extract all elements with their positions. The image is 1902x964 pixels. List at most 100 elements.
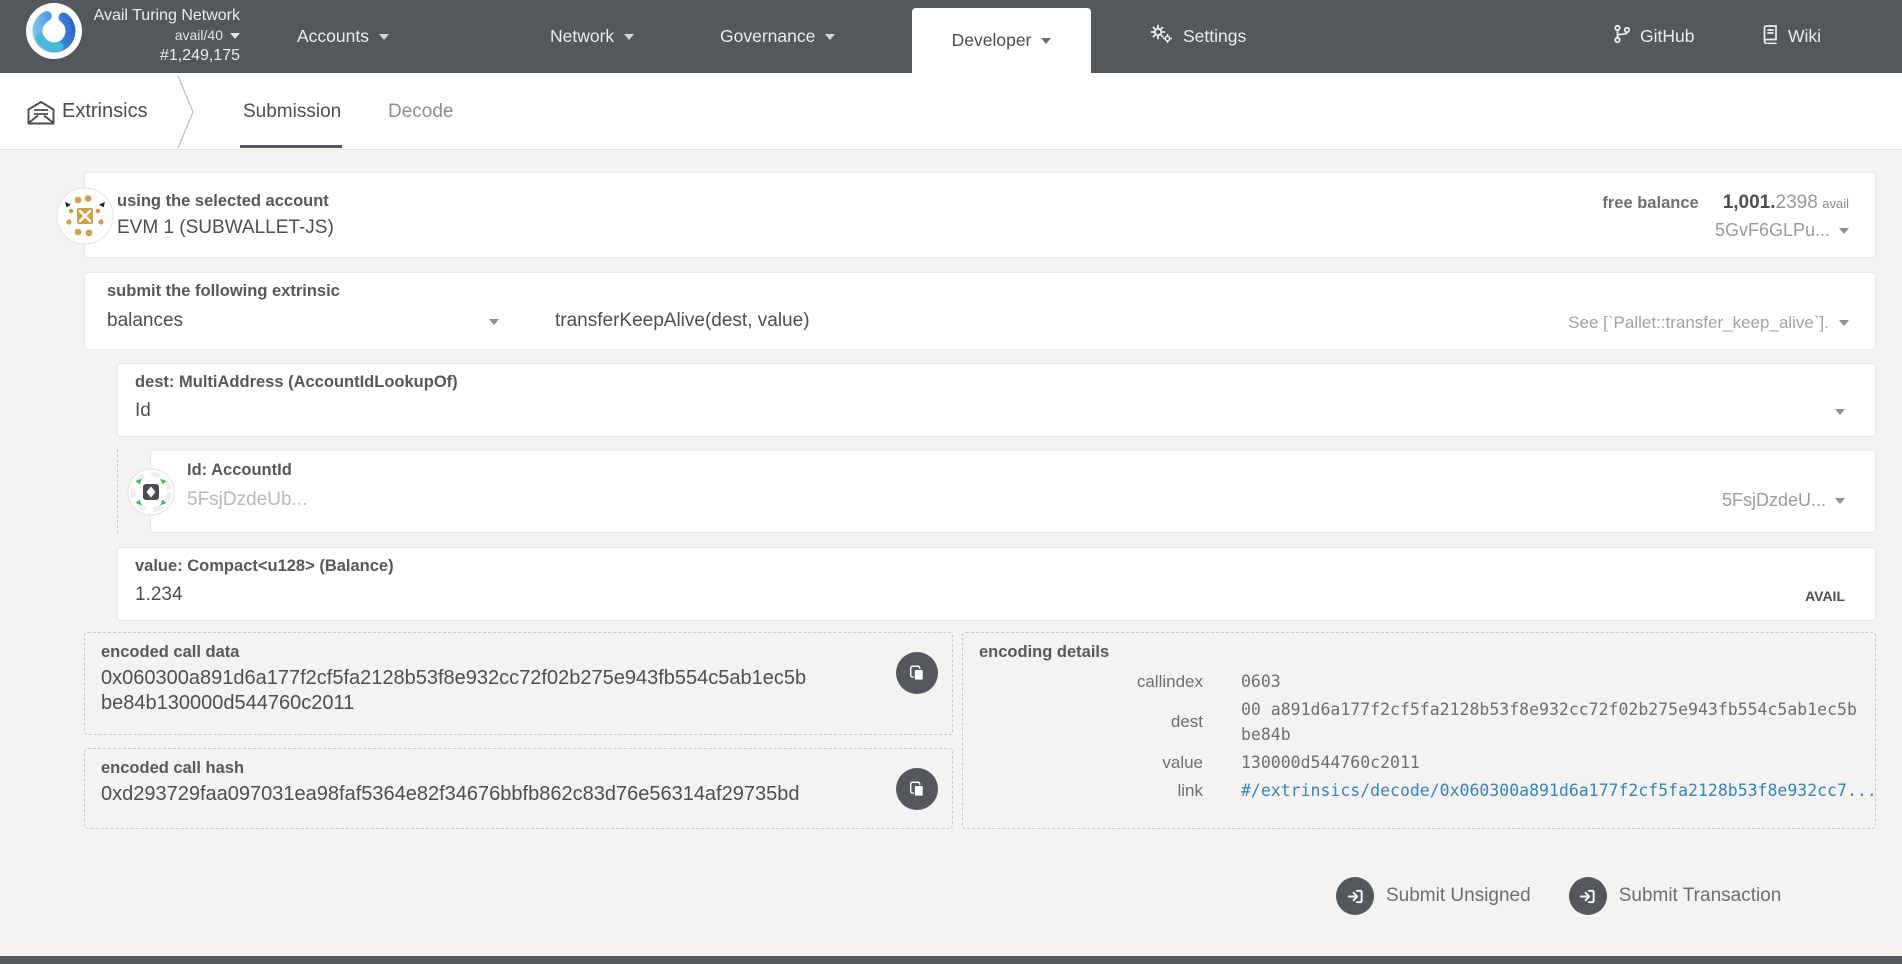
code-branch-icon bbox=[1613, 24, 1631, 49]
active-tab-underline bbox=[240, 145, 342, 148]
menu-governance-label: Governance bbox=[720, 26, 815, 47]
encoding-key: value bbox=[979, 753, 1203, 773]
github-link[interactable]: GitHub bbox=[1613, 0, 1694, 73]
param-value-card: value: Compact<u128> (Balance) 1.234 AVA… bbox=[117, 547, 1876, 621]
extrinsics-icon bbox=[26, 100, 56, 131]
chevron-down-icon bbox=[1041, 38, 1051, 44]
tab-submission[interactable]: Submission bbox=[243, 73, 341, 150]
menu-settings-label: Settings bbox=[1183, 26, 1246, 47]
encoding-row-link: link #/extrinsics/decode/0x060300a891d6a… bbox=[979, 778, 1859, 803]
encoding-value: 130000d544760c2011 bbox=[1241, 750, 1420, 775]
gears-icon bbox=[1149, 24, 1173, 49]
chevron-down-icon bbox=[379, 34, 389, 40]
method-doc-dropdown[interactable]: See [`Pallet::transfer_keep_alive`]. bbox=[1568, 313, 1849, 333]
account-address-short: 5GvF6GLPu... bbox=[1715, 220, 1830, 241]
param-value-input[interactable]: 1.234 bbox=[135, 584, 183, 606]
menu-settings[interactable]: Settings bbox=[1149, 0, 1246, 73]
menu-network-label: Network bbox=[550, 26, 614, 47]
top-navigation-bar: Avail Turing Network avail/40 #1,249,175… bbox=[0, 0, 1902, 73]
menu-developer[interactable]: Developer bbox=[912, 8, 1091, 73]
account-identicon[interactable] bbox=[56, 187, 114, 250]
encoded-call-data-value: 0x060300a891d6a177f2cf5fa2128b53f8e932cc… bbox=[101, 666, 936, 716]
param-dest-value: Id bbox=[135, 400, 151, 422]
encoding-details-box: encoding details callindex 0603 dest 00 … bbox=[962, 632, 1876, 829]
sign-in-icon bbox=[1336, 877, 1374, 915]
copy-call-data-button[interactable] bbox=[896, 652, 938, 694]
menu-accounts[interactable]: Accounts bbox=[297, 0, 389, 73]
encoding-row-dest: dest 00 a891d6a177f2cf5fa2128b53f8e932cc… bbox=[979, 697, 1859, 747]
account-select-card[interactable]: using the selected account EVM 1 (SUBWAL… bbox=[84, 172, 1876, 258]
copy-icon bbox=[908, 780, 926, 798]
copy-call-hash-button[interactable] bbox=[896, 768, 938, 810]
chevron-down-icon[interactable] bbox=[489, 319, 499, 325]
main-content: using the selected account EVM 1 (SUBWAL… bbox=[0, 150, 1902, 956]
selected-account-name: EVM 1 (SUBWALLET-JS) bbox=[117, 217, 334, 239]
chevron-down-icon bbox=[230, 33, 240, 39]
encoding-value: 0603 bbox=[1241, 669, 1281, 694]
encoding-row-value: value 130000d544760c2011 bbox=[979, 750, 1859, 775]
param-id-address-short: 5FsjDzdeU... bbox=[1722, 490, 1826, 511]
encoded-call-data-label: encoded call data bbox=[101, 643, 936, 662]
encoding-row-callindex: callindex 0603 bbox=[979, 669, 1859, 694]
param-value-label: value: Compact<u128> (Balance) bbox=[135, 557, 394, 576]
network-info-block[interactable]: Avail Turing Network avail/40 #1,249,175 bbox=[94, 6, 240, 65]
block-number: #1,249,175 bbox=[160, 46, 240, 65]
chevron-down-icon bbox=[825, 34, 835, 40]
encoded-call-hash-box: encoded call hash 0xd293729faa097031ea98… bbox=[84, 748, 953, 829]
balance-unit: avail bbox=[1822, 196, 1849, 211]
param-id-label: Id: AccountId bbox=[187, 461, 292, 480]
menu-accounts-label: Accounts bbox=[297, 26, 369, 47]
menu-governance[interactable]: Governance bbox=[720, 0, 835, 73]
submit-actions: Submit Unsigned Submit Transaction bbox=[1336, 877, 1781, 915]
param-id-card[interactable]: Id: AccountId 5FsjDzdeUb... 5FsjDzdeU... bbox=[150, 449, 1876, 533]
submit-transaction-button[interactable]: Submit Transaction bbox=[1569, 877, 1782, 915]
breadcrumb-separator bbox=[177, 75, 195, 154]
chevron-down-icon bbox=[624, 34, 634, 40]
tab-decode[interactable]: Decode bbox=[388, 73, 454, 150]
chevron-down-icon bbox=[1839, 228, 1849, 234]
method-doc-text: See [`Pallet::transfer_keep_alive`]. bbox=[1568, 313, 1829, 333]
section-header: Extrinsics Submission Decode bbox=[0, 73, 1902, 150]
account-select-label: using the selected account bbox=[117, 192, 334, 211]
window-bottom-edge bbox=[0, 956, 1902, 964]
github-label: GitHub bbox=[1640, 26, 1694, 47]
method-dropdown[interactable]: transferKeepAlive(dest, value) bbox=[555, 310, 810, 332]
encoded-call-hash-value: 0xd293729faa097031ea98faf5364e82f34676bb… bbox=[101, 782, 936, 807]
chevron-down-icon bbox=[1839, 320, 1849, 326]
copy-icon bbox=[908, 664, 926, 682]
submit-unsigned-label: Submit Unsigned bbox=[1386, 885, 1531, 907]
extrinsic-select-card: submit the following extrinsic balances … bbox=[84, 272, 1876, 350]
param-nesting-guide bbox=[117, 449, 118, 533]
submit-transaction-label: Submit Transaction bbox=[1619, 885, 1782, 907]
free-balance-value: 1,001.2398 avail bbox=[1723, 192, 1849, 214]
extrinsic-select-label: submit the following extrinsic bbox=[107, 282, 340, 301]
encoding-key: callindex bbox=[979, 672, 1203, 692]
tab-submission-label: Submission bbox=[243, 101, 341, 123]
encoding-key: link bbox=[979, 781, 1203, 801]
decode-link[interactable]: #/extrinsics/decode/0x060300a891d6a177f2… bbox=[1241, 781, 1877, 800]
free-balance-label: free balance bbox=[1602, 194, 1698, 213]
param-dest-card[interactable]: dest: MultiAddress (AccountIdLookupOf) I… bbox=[117, 363, 1876, 437]
chevron-down-icon[interactable] bbox=[1835, 409, 1845, 415]
address-identicon bbox=[127, 468, 175, 521]
network-name: Avail Turing Network bbox=[94, 6, 240, 25]
book-icon bbox=[1761, 24, 1779, 49]
param-dest-label: dest: MultiAddress (AccountIdLookupOf) bbox=[135, 373, 458, 392]
avail-logo-icon[interactable] bbox=[26, 3, 82, 64]
param-id-input[interactable]: 5FsjDzdeUb... bbox=[187, 489, 307, 511]
sign-in-icon bbox=[1569, 877, 1607, 915]
encoding-details-label: encoding details bbox=[979, 643, 1859, 662]
param-value-unit: AVAIL bbox=[1805, 588, 1845, 604]
menu-network[interactable]: Network bbox=[550, 0, 634, 73]
encoded-call-data-box: encoded call data 0x060300a891d6a177f2cf… bbox=[84, 632, 953, 735]
submit-unsigned-button[interactable]: Submit Unsigned bbox=[1336, 877, 1531, 915]
wiki-link[interactable]: Wiki bbox=[1761, 0, 1821, 73]
param-id-address-dropdown[interactable]: 5FsjDzdeU... bbox=[1722, 490, 1845, 511]
pallet-dropdown[interactable]: balances bbox=[107, 310, 183, 332]
account-address-dropdown[interactable]: 5GvF6GLPu... bbox=[1715, 220, 1849, 241]
tab-decode-label: Decode bbox=[388, 101, 454, 123]
wiki-label: Wiki bbox=[1788, 26, 1821, 47]
encoding-value: 00 a891d6a177f2cf5fa2128b53f8e932cc72f02… bbox=[1241, 697, 1857, 747]
chain-spec: avail/40 bbox=[175, 27, 223, 44]
page-title: Extrinsics bbox=[62, 73, 148, 150]
